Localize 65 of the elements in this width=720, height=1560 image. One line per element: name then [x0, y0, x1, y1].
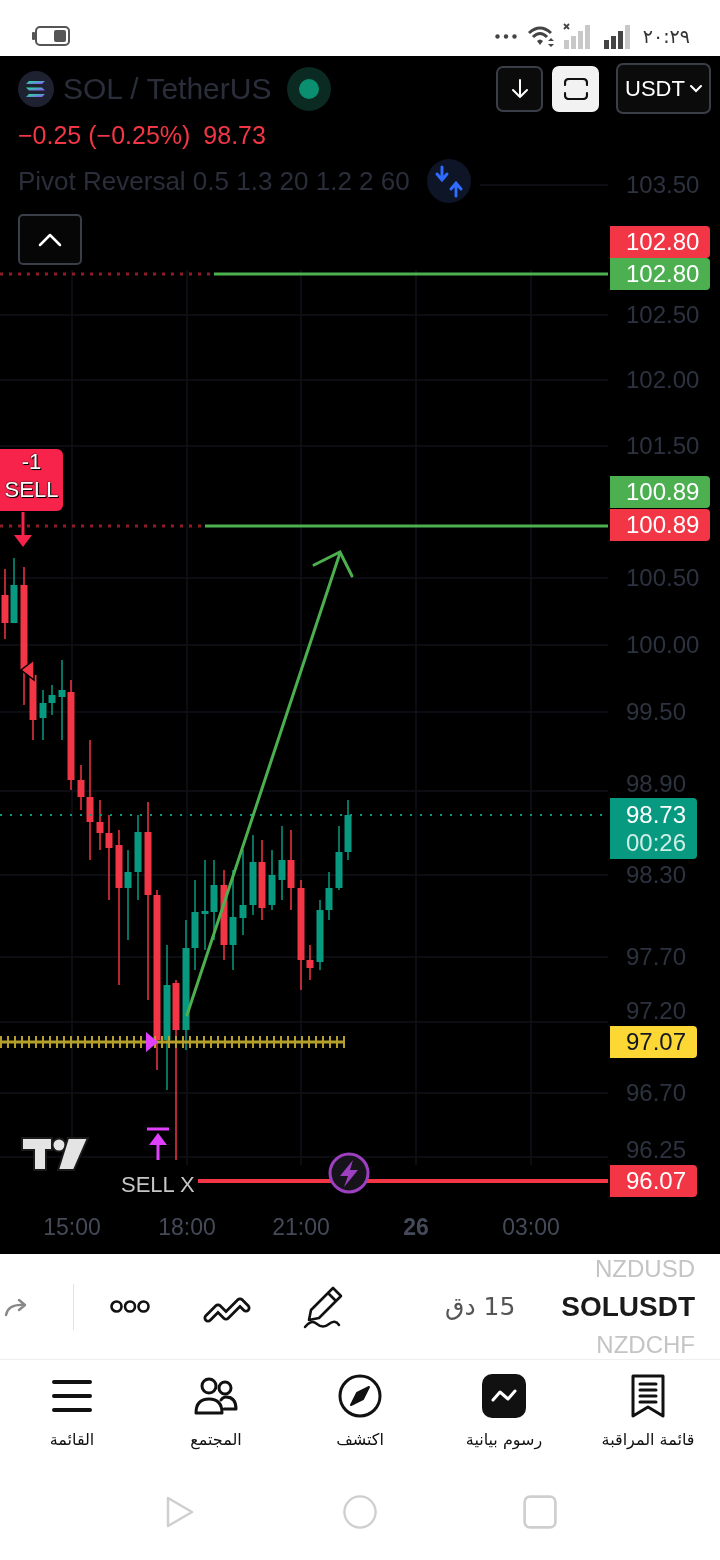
arrow-button[interactable]: [496, 65, 543, 112]
nav-tab[interactable]: المجتمع: [144, 1360, 288, 1470]
time-label: 26: [402, 1213, 430, 1241]
arrow-to-bar-icon: [147, 1127, 169, 1160]
signal-text: SELL: [4, 477, 59, 503]
price-tag: 100.89: [610, 476, 711, 508]
time-label: 18:00: [157, 1213, 217, 1241]
price-change: −0.25 (−0.25%): [18, 120, 191, 150]
price-label: 101.50: [626, 432, 700, 460]
price-label: 102.50: [626, 301, 700, 329]
indicator-name: Pivot Reversal 0.5 1.3 20 1.2 2 60: [18, 165, 410, 197]
nav-tab[interactable]: قائمة المراقبة: [576, 1360, 720, 1470]
symbol-option[interactable]: SOLUSDT: [561, 1289, 695, 1324]
price-label: 100.50: [626, 564, 700, 592]
price-label: 99.50: [626, 698, 687, 726]
coin-logo-icon: [18, 70, 54, 107]
exit-label: SELL X: [121, 1172, 195, 1198]
signal-count: -1: [21, 451, 42, 473]
countdown-timer: 00:26: [626, 828, 687, 857]
pencil-icon[interactable]: [303, 1284, 345, 1329]
price-label: 103.50: [626, 171, 700, 199]
price-label: 96.70: [626, 1079, 687, 1107]
time-label: 15:00: [42, 1213, 102, 1241]
down-candle: [1, 568, 9, 640]
nav-tab[interactable]: رسوم بيانية: [432, 1360, 576, 1470]
more-icon[interactable]: [110, 1300, 150, 1313]
price-tag: 97.07: [610, 1026, 698, 1058]
triangle-marker: [19, 658, 35, 682]
time-label: 21:00: [271, 1213, 331, 1241]
nav-tab[interactable]: اكتشف: [288, 1360, 432, 1470]
interval-button[interactable]: 15 دق: [445, 1292, 516, 1321]
chevron-up-icon: [38, 232, 62, 247]
currency-dropdown[interactable]: USDT: [616, 63, 711, 114]
more-dots-icon: [494, 33, 517, 39]
collapse-button[interactable]: [18, 214, 82, 265]
price-label: 97.70: [626, 943, 687, 971]
price-label: 96.25: [626, 1136, 687, 1164]
symbol-title: SOL / TetherUS: [63, 71, 272, 106]
battery-icon: [32, 26, 70, 46]
signal-icon: [602, 23, 631, 49]
price-tag: 96.07: [610, 1165, 698, 1197]
price-label: 100.00: [626, 631, 700, 659]
price-tag: 102.80: [610, 258, 711, 290]
up-candle: [10, 557, 18, 624]
price-tag: 102.80: [610, 226, 711, 258]
arrow-down-icon: [510, 78, 529, 99]
price-label: 98.30: [626, 861, 687, 889]
fullscreen-icon: [563, 77, 588, 100]
chevron-down-icon: [689, 84, 702, 93]
nav-tab[interactable]: القائمة: [0, 1360, 144, 1470]
live-dot-icon: [287, 66, 332, 111]
time-label: 03:00: [501, 1213, 561, 1241]
price-label: 97.20: [626, 997, 687, 1025]
signal-off-icon: [562, 23, 591, 49]
current-price: 98.73: [626, 800, 687, 829]
up-candle: [268, 849, 276, 911]
price-label: 102.00: [626, 366, 700, 394]
wifi-icon: [526, 25, 557, 47]
price-tag: 100.89: [610, 509, 711, 541]
last-price: 98.73: [203, 120, 266, 150]
price-label: 98.90: [626, 770, 687, 798]
arrows-icon: [426, 159, 471, 203]
triangle-marker: [146, 1032, 158, 1052]
fullscreen-button[interactable]: [552, 65, 599, 112]
clock-time: ٢٠:٢٩: [642, 25, 690, 47]
